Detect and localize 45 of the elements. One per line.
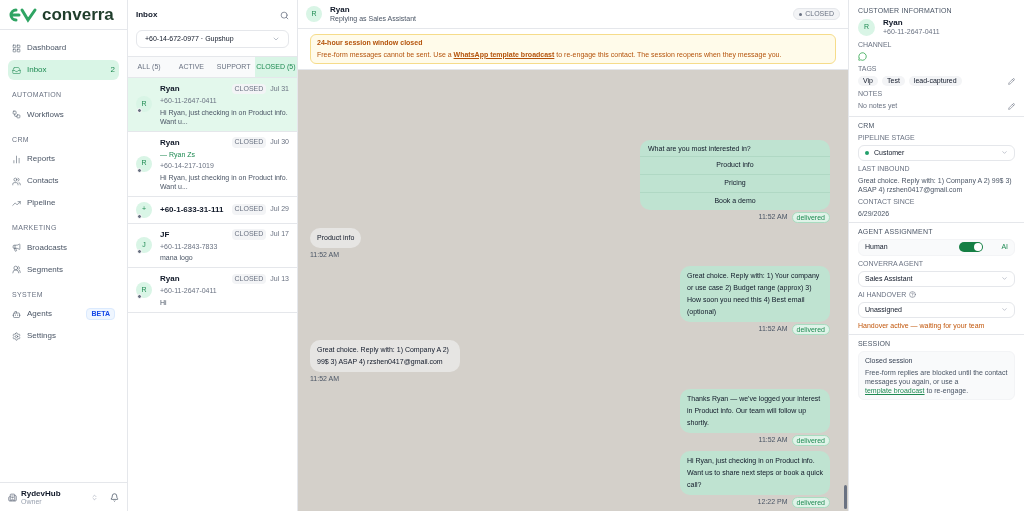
logo-text: converra [42, 3, 114, 26]
chevron-icon [1001, 306, 1008, 314]
chat-contact-name: Ryan [330, 4, 351, 15]
scrollbar-thumb[interactable] [844, 485, 847, 509]
chevron-icon [1001, 149, 1008, 157]
nav-item[interactable]: Segments [8, 259, 119, 280]
edit-icon[interactable] [1008, 77, 1015, 85]
ai-toggle[interactable] [959, 242, 984, 253]
nav-item[interactable]: Inbox 2 [8, 60, 119, 80]
nav-item[interactable]: Pipeline [8, 193, 119, 213]
help-icon[interactable] [909, 290, 917, 298]
chevron-icon [272, 35, 280, 43]
contact-name: +60-1-633-31-111 [160, 203, 225, 216]
nav-icon [12, 43, 21, 53]
edit-icon[interactable] [1008, 103, 1015, 110]
nav-icon [12, 110, 21, 119]
switch-icon[interactable] [91, 493, 98, 501]
account-name: RydevHub [21, 489, 62, 498]
customer-name: Ryan [883, 18, 904, 28]
chat-bubble-icon [858, 51, 867, 61]
chevron-icon [1001, 275, 1008, 283]
contact-name: JF [160, 228, 171, 241]
nav-icon [12, 243, 21, 252]
nav-icon [12, 309, 21, 319]
nav-icon [12, 331, 21, 341]
nav-item[interactable]: Reports [8, 149, 119, 169]
contact-name: Ryan [160, 136, 181, 149]
nav-item[interactable]: Broadcasts [8, 237, 119, 258]
nav-item[interactable]: Contacts [8, 171, 119, 191]
nav-item[interactable]: Settings [8, 326, 119, 346]
nav-item[interactable]: Workflows [8, 104, 119, 125]
nav-icon [12, 265, 21, 274]
search-icon[interactable] [280, 10, 289, 20]
notifications-icon[interactable] [110, 492, 119, 502]
contact-name: Ryan [160, 273, 181, 285]
nav-count: 2 [110, 64, 115, 76]
nav-icon [12, 198, 21, 208]
logo-icon [8, 6, 38, 23]
nav-icon [12, 176, 21, 186]
nav-icon [12, 65, 21, 75]
building-icon [8, 492, 17, 502]
inbox-title: Inbox [136, 9, 158, 21]
nav-icon [12, 154, 21, 164]
nav-item[interactable]: Dashboard [8, 38, 119, 58]
contact-name: Ryan [160, 83, 181, 95]
